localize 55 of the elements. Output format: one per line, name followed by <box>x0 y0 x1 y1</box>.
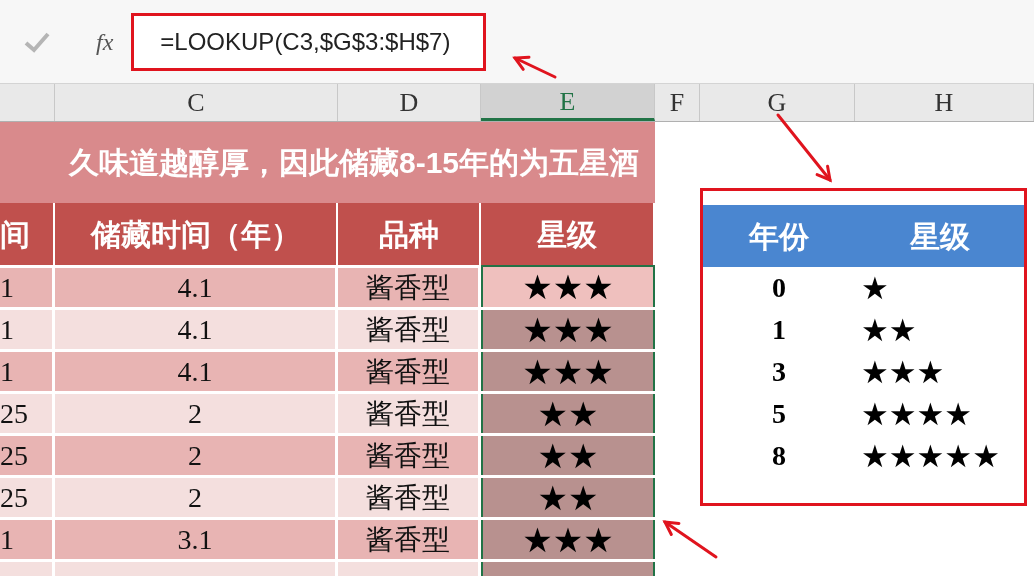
table-header-cell-text: 星级 <box>908 218 971 255</box>
table-cell: 4.1 <box>55 310 338 349</box>
table-cell: 3.1 <box>55 520 338 559</box>
table-cell-text: 8 <box>771 439 787 473</box>
table-cell: 25 <box>0 478 55 517</box>
table-cell[interactable]: ★★★ <box>481 310 655 349</box>
table-cell: 2 <box>55 436 338 475</box>
table-cell: 1 <box>0 310 55 349</box>
column-header[interactable]: E <box>481 84 655 121</box>
table-cell-text: ★★★★★ <box>860 440 1000 472</box>
table-cell: 酱香型 <box>338 520 481 559</box>
table-cell-text: 1 <box>771 313 787 347</box>
table-cell-text: ★★★★ <box>860 398 973 430</box>
table-cell: 酱香型 <box>338 310 481 349</box>
table-header-cell: 间 <box>0 203 55 265</box>
table-cell: 4.1 <box>55 352 338 391</box>
table-cell: 25 <box>0 394 55 433</box>
table-header-cell: 品种 <box>338 203 481 265</box>
table-cell: 酱香型 <box>338 478 481 517</box>
check-icon[interactable] <box>24 30 50 53</box>
table-cell-text: 3 <box>771 355 787 389</box>
table-header-cell: 储藏时间（年） <box>55 203 338 265</box>
column-header[interactable]: H <box>855 84 1034 121</box>
column-header[interactable]: C <box>55 84 338 121</box>
table-cell: 酱香型 <box>338 352 481 391</box>
arrow <box>776 113 832 183</box>
table-cell: 酱香型 <box>338 436 481 475</box>
table-cell-text: 5 <box>771 397 787 431</box>
table-cell[interactable]: ★★ <box>481 478 655 517</box>
table-cell: 酱香型 <box>338 394 481 433</box>
table-cell[interactable]: ★★★ <box>481 265 655 307</box>
table-cell: 1 <box>0 520 55 559</box>
table-cell-text: ★★ <box>860 314 917 346</box>
table-cell: 25 <box>0 436 55 475</box>
formula-field[interactable]: =LOOKUP(C3,$G$3:$H$7) <box>131 12 487 71</box>
table-cell: 酱香型 <box>338 268 481 307</box>
table-cell: 1 <box>0 268 55 307</box>
table-header-cell-text: 年份 <box>747 218 810 255</box>
title-banner: 久味道越醇厚，因此储藏8-15年的为五星酒 <box>0 122 655 203</box>
column-header[interactable]: G <box>700 84 855 121</box>
table-cell: 4.1 <box>55 268 338 307</box>
arrow <box>512 55 557 79</box>
table-cell-text: 0 <box>771 271 787 305</box>
table-cell: 1 <box>0 352 55 391</box>
column-header[interactable]: F <box>655 84 700 121</box>
table-cell: 2 <box>55 394 338 433</box>
table-cell[interactable]: ★★ <box>481 394 655 433</box>
table-cell-text: ★ <box>860 272 889 304</box>
table-cell[interactable]: ★★ <box>481 436 655 475</box>
table-cell: 2 <box>55 478 338 517</box>
arrow <box>662 520 718 559</box>
function-label[interactable]: fx <box>96 23 114 60</box>
table-cell[interactable]: ★★★ <box>481 352 655 391</box>
table-cell[interactable]: ★★★ <box>481 520 655 559</box>
table-cell-text: ★★★ <box>860 356 945 388</box>
